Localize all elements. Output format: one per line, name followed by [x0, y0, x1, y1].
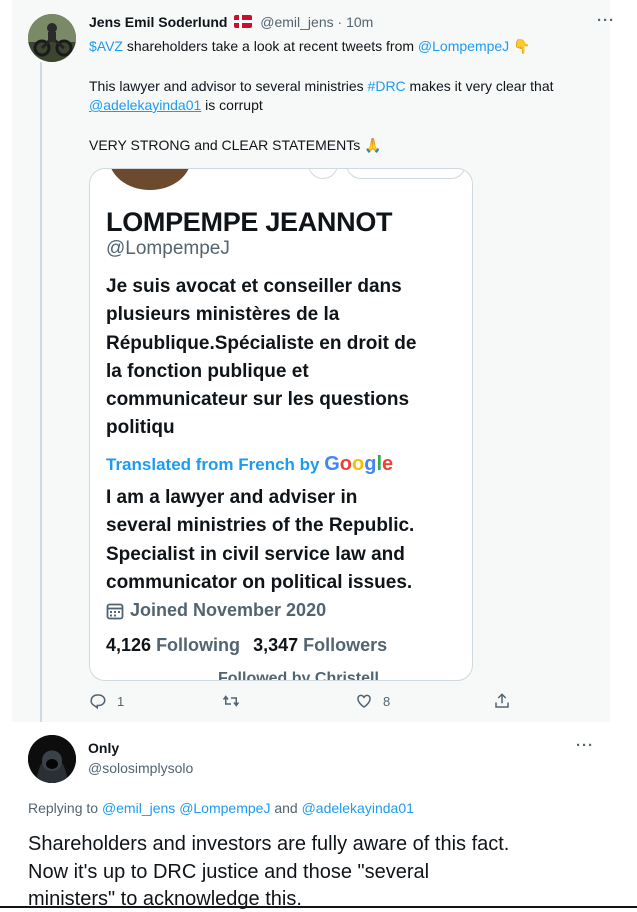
- thread-line: [40, 62, 42, 722]
- card-follow-button: [346, 169, 466, 179]
- google-logo: Google: [324, 453, 394, 475]
- replying-mention-lompempej[interactable]: @LompempeJ: [179, 800, 270, 816]
- mention-adelekayinda01[interactable]: @adelekayinda01: [89, 97, 201, 113]
- replying-mention-emil-jens[interactable]: @emil_jens: [102, 800, 175, 816]
- like-button[interactable]: 8: [355, 692, 390, 710]
- card-stats: 4,126 Following 3,347 Followers: [106, 635, 395, 656]
- pointing-down-emoji: 👇: [513, 38, 531, 54]
- reply-more-options-icon[interactable]: ···: [576, 737, 594, 754]
- share-button[interactable]: [493, 692, 511, 710]
- followers-count: 3,347: [253, 635, 299, 655]
- followers-label: Followers: [303, 635, 388, 655]
- reply-icon: [90, 694, 106, 710]
- tweet-text-line-1: $AVZ shareholders take a look at recent …: [89, 38, 531, 54]
- following-label: Following: [156, 635, 241, 655]
- card-avatar: [106, 169, 194, 193]
- card-translated-label: Translated from French by Google: [106, 453, 394, 475]
- card-profile-handle: @LompempeJ: [106, 238, 230, 259]
- reply-author-handle[interactable]: @solosimplysolo: [88, 760, 193, 776]
- more-options-icon[interactable]: ···: [597, 12, 615, 29]
- denmark-flag-icon: [234, 15, 253, 28]
- tweet-text-line-4: VERY STRONG and CLEAR STATEMENTs 🙏: [89, 137, 382, 153]
- page: Jens Emil Soderlund @emil_jens · 10m ···…: [0, 0, 637, 912]
- timestamp[interactable]: 10m: [346, 14, 373, 30]
- tweet-text-line-2: This lawyer and advisor to several minis…: [89, 78, 554, 94]
- tweet-header: Jens Emil Soderlund @emil_jens · 10m: [89, 14, 373, 30]
- praying-hands-emoji: 🙏: [364, 137, 382, 153]
- card-profile-name: LOMPEMPE JEANNOT: [106, 207, 393, 237]
- reply-count: 1: [117, 693, 125, 709]
- card-joined: Joined November 2020: [106, 600, 326, 621]
- author-name[interactable]: Jens Emil Soderlund: [89, 14, 227, 30]
- card-more-button: [308, 169, 338, 179]
- reply-author-name[interactable]: Only: [88, 740, 119, 756]
- following-count: 4,126: [106, 635, 152, 655]
- mention-lompempej[interactable]: @LompempeJ: [418, 38, 509, 54]
- share-icon: [495, 693, 509, 708]
- replying-mention-adelekayinda01[interactable]: @adelekayinda01: [302, 800, 414, 816]
- tweet-actions: 1 8: [89, 692, 519, 714]
- retweet-icon: [222, 695, 240, 707]
- heart-icon: [357, 694, 371, 708]
- replying-to: Replying to @emil_jens @LompempeJ and @a…: [28, 800, 414, 816]
- hashtag-drc[interactable]: #DRC: [368, 78, 406, 94]
- card-followed-by: Followed by Christell: [218, 670, 379, 681]
- separator: ·: [337, 14, 343, 30]
- reply-body: Shareholders and investors are fully awa…: [28, 833, 510, 910]
- retweet-button[interactable]: [221, 692, 251, 710]
- avatar-only[interactable]: [28, 735, 76, 783]
- tweet-text-line-3: @adelekayinda01 is corrupt: [89, 97, 263, 113]
- embedded-image[interactable]: LOMPEMPE JEANNOT @LompempeJ Je suis avoc…: [89, 168, 473, 681]
- avatar-jens[interactable]: [28, 14, 76, 62]
- cashtag-avz[interactable]: $AVZ: [89, 38, 123, 54]
- reply-button[interactable]: 1: [89, 692, 124, 710]
- card-bio: Je suis avocat et conseiller dans plusie…: [106, 276, 417, 439]
- card-translated-bio: I am a lawyer and adviser in several min…: [106, 487, 415, 593]
- bottom-divider: [0, 906, 637, 908]
- author-handle[interactable]: @emil_jens: [260, 14, 333, 30]
- like-count: 8: [383, 693, 391, 709]
- calendar-icon: [106, 603, 124, 619]
